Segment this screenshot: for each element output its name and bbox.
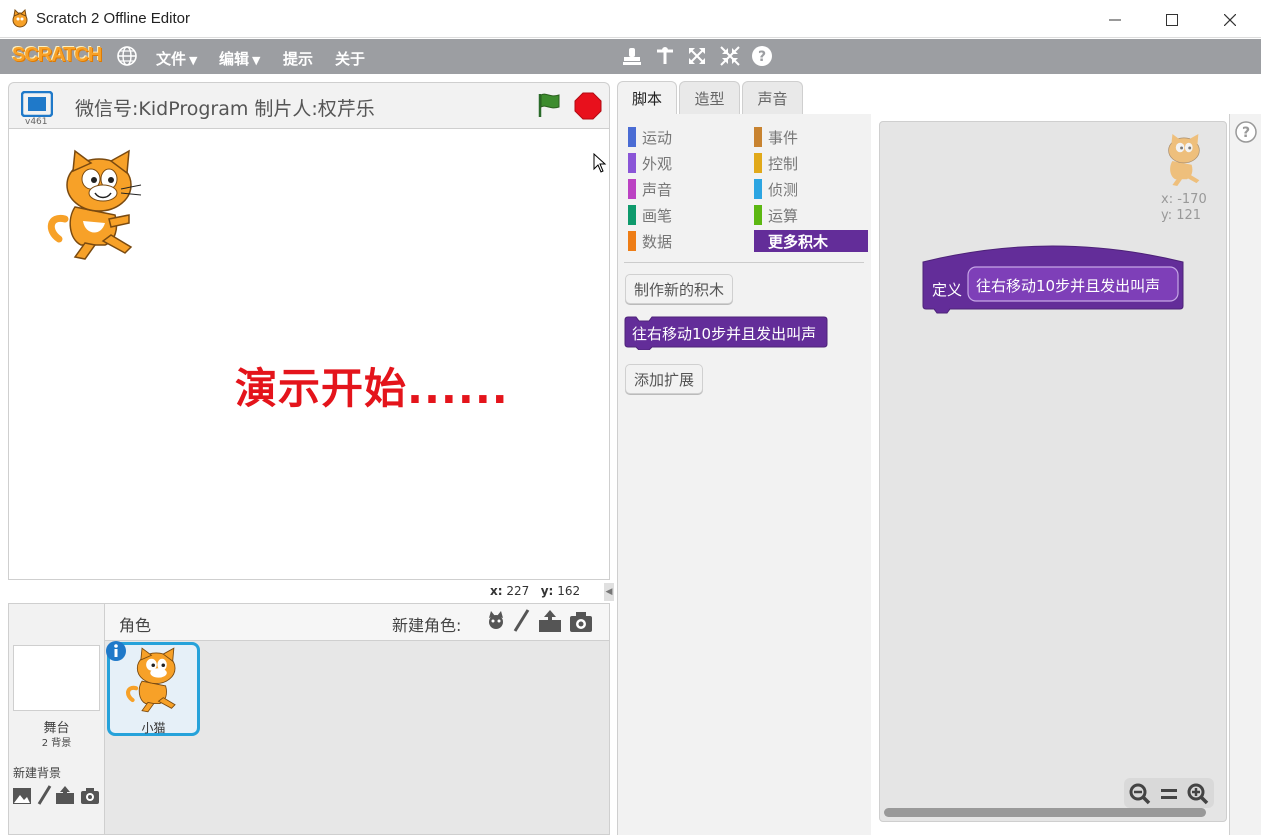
category-sound[interactable]: 声音: [628, 178, 672, 200]
category-pen[interactable]: 画笔: [628, 204, 672, 226]
stage-thumbnail[interactable]: [13, 645, 100, 711]
menu-file[interactable]: 文件 ▼: [156, 48, 197, 69]
camera-sprite-icon[interactable]: [569, 611, 593, 633]
window-titlebar: Scratch 2 Offline Editor: [0, 0, 1261, 38]
menubar: SCRATCH 文件 ▼ 编辑 ▼ 提示 关于 ?: [0, 39, 1261, 74]
category-control[interactable]: 控制: [754, 152, 868, 174]
menu-about[interactable]: 关于: [335, 48, 365, 69]
chevron-down-icon: ▼: [252, 54, 261, 67]
tab-costumes[interactable]: 造型: [679, 81, 740, 114]
sprites-title: 角色: [119, 616, 152, 635]
close-icon: [1224, 14, 1236, 26]
help-icon[interactable]: ?: [751, 45, 773, 67]
stage-header: v461 微信号:KidProgram 制片人:权芹乐: [8, 82, 610, 128]
category-events[interactable]: 事件: [754, 126, 868, 148]
sprites-header: 角色 新建角色:: [104, 603, 610, 641]
zoom-reset-icon[interactable]: [1157, 782, 1181, 806]
scratch-cat-sprite[interactable]: [45, 149, 149, 261]
sprite-y-readout: y: 121: [1161, 208, 1202, 223]
horizontal-scrollbar[interactable]: [884, 808, 1206, 817]
shrink-icon[interactable]: [719, 45, 741, 67]
maximize-button[interactable]: [1160, 8, 1184, 32]
green-flag-icon[interactable]: [535, 91, 563, 119]
upload-sprite-icon[interactable]: [538, 609, 562, 633]
mouse-coords: x: 227 y: 162: [490, 584, 581, 598]
sprite-x-readout: x: -170: [1161, 192, 1207, 207]
zoom-in-icon[interactable]: [1186, 782, 1210, 806]
new-sprite-label: 新建角色:: [392, 616, 462, 635]
blocks-palette: 运动 外观 声音 画笔 数据 事件 控制 侦测 运算 更多积木: [617, 114, 871, 835]
zoom-out-icon[interactable]: [1128, 782, 1152, 806]
category-sensing[interactable]: 侦测: [754, 178, 868, 200]
sprite-name: 小猫: [141, 721, 166, 735]
backdrop-library-icon[interactable]: [12, 787, 32, 805]
upload-backdrop-icon[interactable]: [55, 785, 75, 805]
stop-icon[interactable]: [574, 92, 602, 120]
collapse-stage-icon[interactable]: ◀: [604, 583, 614, 601]
scratch-logo[interactable]: SCRATCH: [12, 44, 102, 67]
cut-scissors-icon[interactable]: [654, 45, 676, 67]
demo-start-text: 演示开始......: [235, 364, 509, 413]
define-block-label: 往右移动10步并且发出叫声: [976, 277, 1161, 295]
info-icon[interactable]: [105, 640, 127, 662]
define-label: 定义: [932, 281, 963, 299]
category-list-right: 事件 控制 侦测 运算 更多积木: [754, 126, 868, 252]
new-backdrop-label: 新建背景: [13, 766, 62, 780]
fullscreen-icon[interactable]: [21, 91, 53, 117]
help-tips-icon[interactable]: ?: [1234, 120, 1258, 144]
tab-sounds[interactable]: 声音: [742, 81, 803, 114]
camera-backdrop-icon[interactable]: [80, 787, 100, 805]
make-block-button[interactable]: 制作新的积木: [625, 274, 734, 304]
duplicate-stamp-icon[interactable]: [621, 45, 643, 67]
sprite-preview-icon: [1168, 134, 1200, 186]
add-extension-button[interactable]: 添加扩展: [625, 364, 704, 394]
scripts-area[interactable]: x: -170 y: 121 定义 往右移动10步并且发出叫声: [879, 121, 1227, 822]
category-operators[interactable]: 运算: [754, 204, 868, 226]
palette-divider: [624, 262, 864, 263]
category-list-left: 运动 外观 声音 画笔 数据: [628, 126, 672, 252]
grow-icon[interactable]: [686, 45, 708, 67]
svg-text:?: ?: [758, 49, 766, 65]
backdrops-count: 2 背景: [41, 738, 72, 749]
category-more-blocks[interactable]: 更多积木: [754, 230, 868, 252]
close-button[interactable]: [1218, 8, 1242, 32]
minimize-button[interactable]: [1103, 8, 1127, 32]
version-label: v461: [25, 117, 48, 127]
minimize-icon: [1109, 19, 1121, 21]
project-title[interactable]: 微信号:KidProgram 制片人:权芹乐: [75, 94, 375, 121]
custom-block-label: 往右移动10步并且发出叫声: [632, 325, 817, 343]
window-title: Scratch 2 Offline Editor: [36, 10, 190, 27]
category-motion[interactable]: 运动: [628, 126, 672, 148]
chevron-down-icon: ▼: [189, 54, 198, 67]
mouse-cursor-icon: [593, 153, 607, 173]
maximize-icon: [1166, 14, 1178, 26]
scratch-cat-thumbnail: [126, 647, 176, 713]
category-looks[interactable]: 外观: [628, 152, 672, 174]
sprite-library-icon[interactable]: [485, 610, 507, 634]
category-data[interactable]: 数据: [628, 230, 672, 252]
globe-icon[interactable]: [116, 45, 138, 67]
menu-edit[interactable]: 编辑 ▼: [219, 48, 260, 69]
paint-sprite-icon[interactable]: [512, 609, 530, 633]
stage-canvas[interactable]: 演示开始......: [8, 128, 610, 580]
svg-text:?: ?: [1242, 125, 1250, 141]
tab-scripts[interactable]: 脚本: [617, 81, 677, 115]
scratch-cat-app-icon: [12, 9, 28, 28]
paint-backdrop-icon[interactable]: [36, 785, 52, 805]
menu-tips[interactable]: 提示: [283, 48, 313, 69]
right-strip: ?: [1229, 114, 1261, 835]
